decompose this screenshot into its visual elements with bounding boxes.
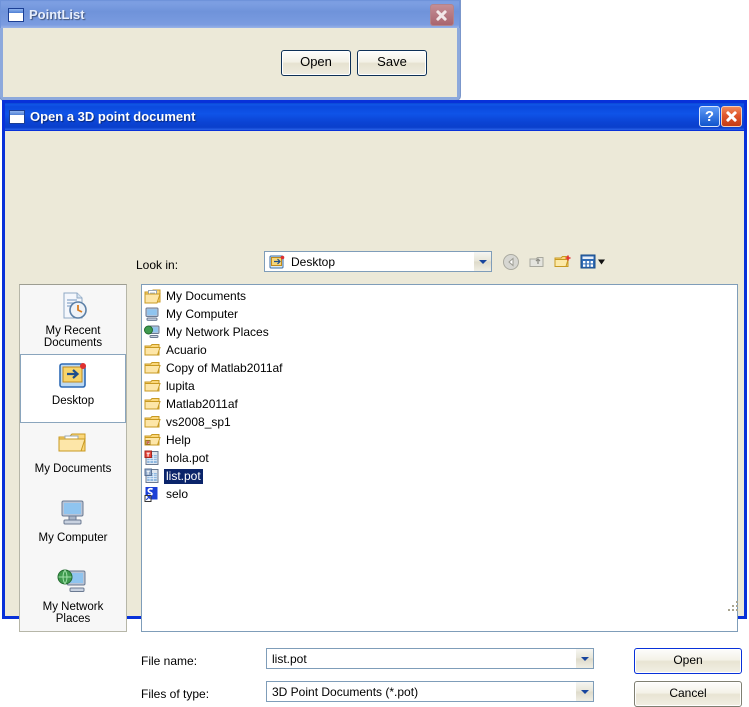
file-name: My Network Places	[166, 324, 269, 339]
pointlist-title: PointList	[29, 7, 85, 22]
pot-file-icon	[144, 450, 161, 466]
close-icon[interactable]	[721, 106, 742, 127]
my-network-places-icon	[56, 566, 90, 598]
window-icon	[9, 109, 25, 124]
recent-documents-icon	[56, 290, 90, 322]
list-item[interactable]: Matlab2011af	[144, 395, 737, 413]
my-documents-icon	[144, 288, 161, 304]
save-button[interactable]: Save	[357, 50, 427, 76]
my-computer-icon	[56, 497, 90, 529]
list-item[interactable]: selo	[144, 485, 737, 503]
file-name: Matlab2011af	[166, 396, 238, 411]
cancel-button[interactable]: Cancel	[634, 681, 742, 707]
filetype-value: 3D Point Documents (*.pot)	[272, 684, 419, 699]
filetype-combobox[interactable]: 3D Point Documents (*.pot)	[266, 681, 594, 702]
my-network-places-icon	[144, 324, 161, 340]
chevron-down-icon[interactable]	[575, 649, 593, 668]
help-icon[interactable]: ?	[699, 106, 720, 127]
folder-icon	[144, 396, 161, 412]
resize-grip[interactable]	[728, 601, 740, 613]
new-folder-icon[interactable]	[554, 253, 574, 271]
place-my-computer[interactable]: My Computer	[20, 492, 126, 561]
list-item[interactable]: Acuario	[144, 341, 737, 359]
views-icon[interactable]	[580, 253, 606, 271]
open-button[interactable]: Open	[281, 50, 351, 76]
file-name: My Computer	[166, 306, 239, 321]
folder-icon	[144, 378, 161, 394]
place-label: My Documents	[34, 463, 112, 475]
list-item[interactable]: vs2008_sp1	[144, 413, 737, 431]
special-folder-icon	[144, 432, 161, 448]
filename-value[interactable]: list.pot	[267, 652, 575, 666]
list-item[interactable]: My Network Places	[144, 323, 737, 341]
pot-file-icon	[144, 468, 161, 484]
my-computer-icon	[144, 306, 161, 322]
pointlist-titlebar[interactable]: PointList	[0, 0, 460, 28]
open-file-dialog: Open a 3D point document ? Look in: Desk…	[2, 100, 747, 707]
window-icon	[8, 7, 24, 22]
list-item[interactable]: My Documents	[144, 287, 737, 305]
place-label: My Network Places	[42, 601, 104, 625]
desktop-icon	[268, 254, 286, 270]
file-name: list.pot	[164, 468, 203, 484]
pointlist-body: Open Save	[3, 28, 457, 97]
open-dialog-title: Open a 3D point document	[30, 109, 196, 124]
pointlist-window: PointList Open Save	[0, 0, 460, 100]
lookin-label: Look in:	[136, 258, 179, 272]
file-name: Help	[166, 432, 191, 447]
lookin-combobox[interactable]: Desktop	[264, 251, 492, 272]
folder-icon	[144, 342, 161, 358]
list-item[interactable]: hola.pot	[144, 449, 737, 467]
list-item[interactable]: My Computer	[144, 305, 737, 323]
open-dialog-titlebar[interactable]: Open a 3D point document ?	[5, 103, 744, 131]
navigation-toolbar	[502, 253, 606, 271]
close-icon[interactable]	[430, 3, 454, 26]
up-one-level-icon[interactable]	[528, 253, 548, 271]
filename-combobox[interactable]: list.pot	[266, 648, 594, 669]
filename-label: File name:	[141, 654, 198, 668]
place-my-documents[interactable]: My Documents	[20, 423, 126, 492]
place-label: My Recent Documents	[43, 325, 103, 349]
folder-icon	[144, 360, 161, 376]
list-item[interactable]: list.pot	[144, 467, 737, 485]
list-item[interactable]: lupita	[144, 377, 737, 395]
chevron-down-icon[interactable]	[473, 252, 491, 271]
file-name: selo	[166, 486, 189, 501]
file-name: hola.pot	[166, 450, 209, 465]
file-name: Acuario	[166, 342, 207, 357]
place-my-recent-documents[interactable]: My Recent Documents	[20, 285, 126, 354]
desktop-icon	[56, 360, 90, 392]
place-label: My Computer	[38, 532, 108, 544]
folder-icon	[144, 414, 161, 430]
list-item[interactable]: Help	[144, 431, 737, 449]
chevron-down-icon[interactable]	[575, 682, 593, 701]
place-label: Desktop	[51, 395, 95, 407]
file-name: My Documents	[166, 288, 247, 303]
list-item[interactable]: Copy of Matlab2011af	[144, 359, 737, 377]
filetype-label: Files of type:	[141, 687, 210, 701]
lookin-value: Desktop	[291, 254, 336, 269]
place-my-network-places[interactable]: My Network Places	[20, 561, 126, 630]
file-name: lupita	[166, 378, 195, 393]
place-desktop[interactable]: Desktop	[20, 354, 126, 423]
open-button[interactable]: Open	[634, 648, 742, 674]
shortcut-icon	[144, 486, 161, 502]
file-name: vs2008_sp1	[166, 414, 231, 429]
places-bar: My Recent Documents Desktop My Documents…	[19, 284, 127, 632]
back-icon[interactable]	[502, 253, 522, 271]
file-name: Copy of Matlab2011af	[166, 360, 283, 375]
file-list[interactable]: My Documents My Computer My Network Plac…	[141, 284, 738, 632]
my-documents-icon	[56, 428, 90, 460]
